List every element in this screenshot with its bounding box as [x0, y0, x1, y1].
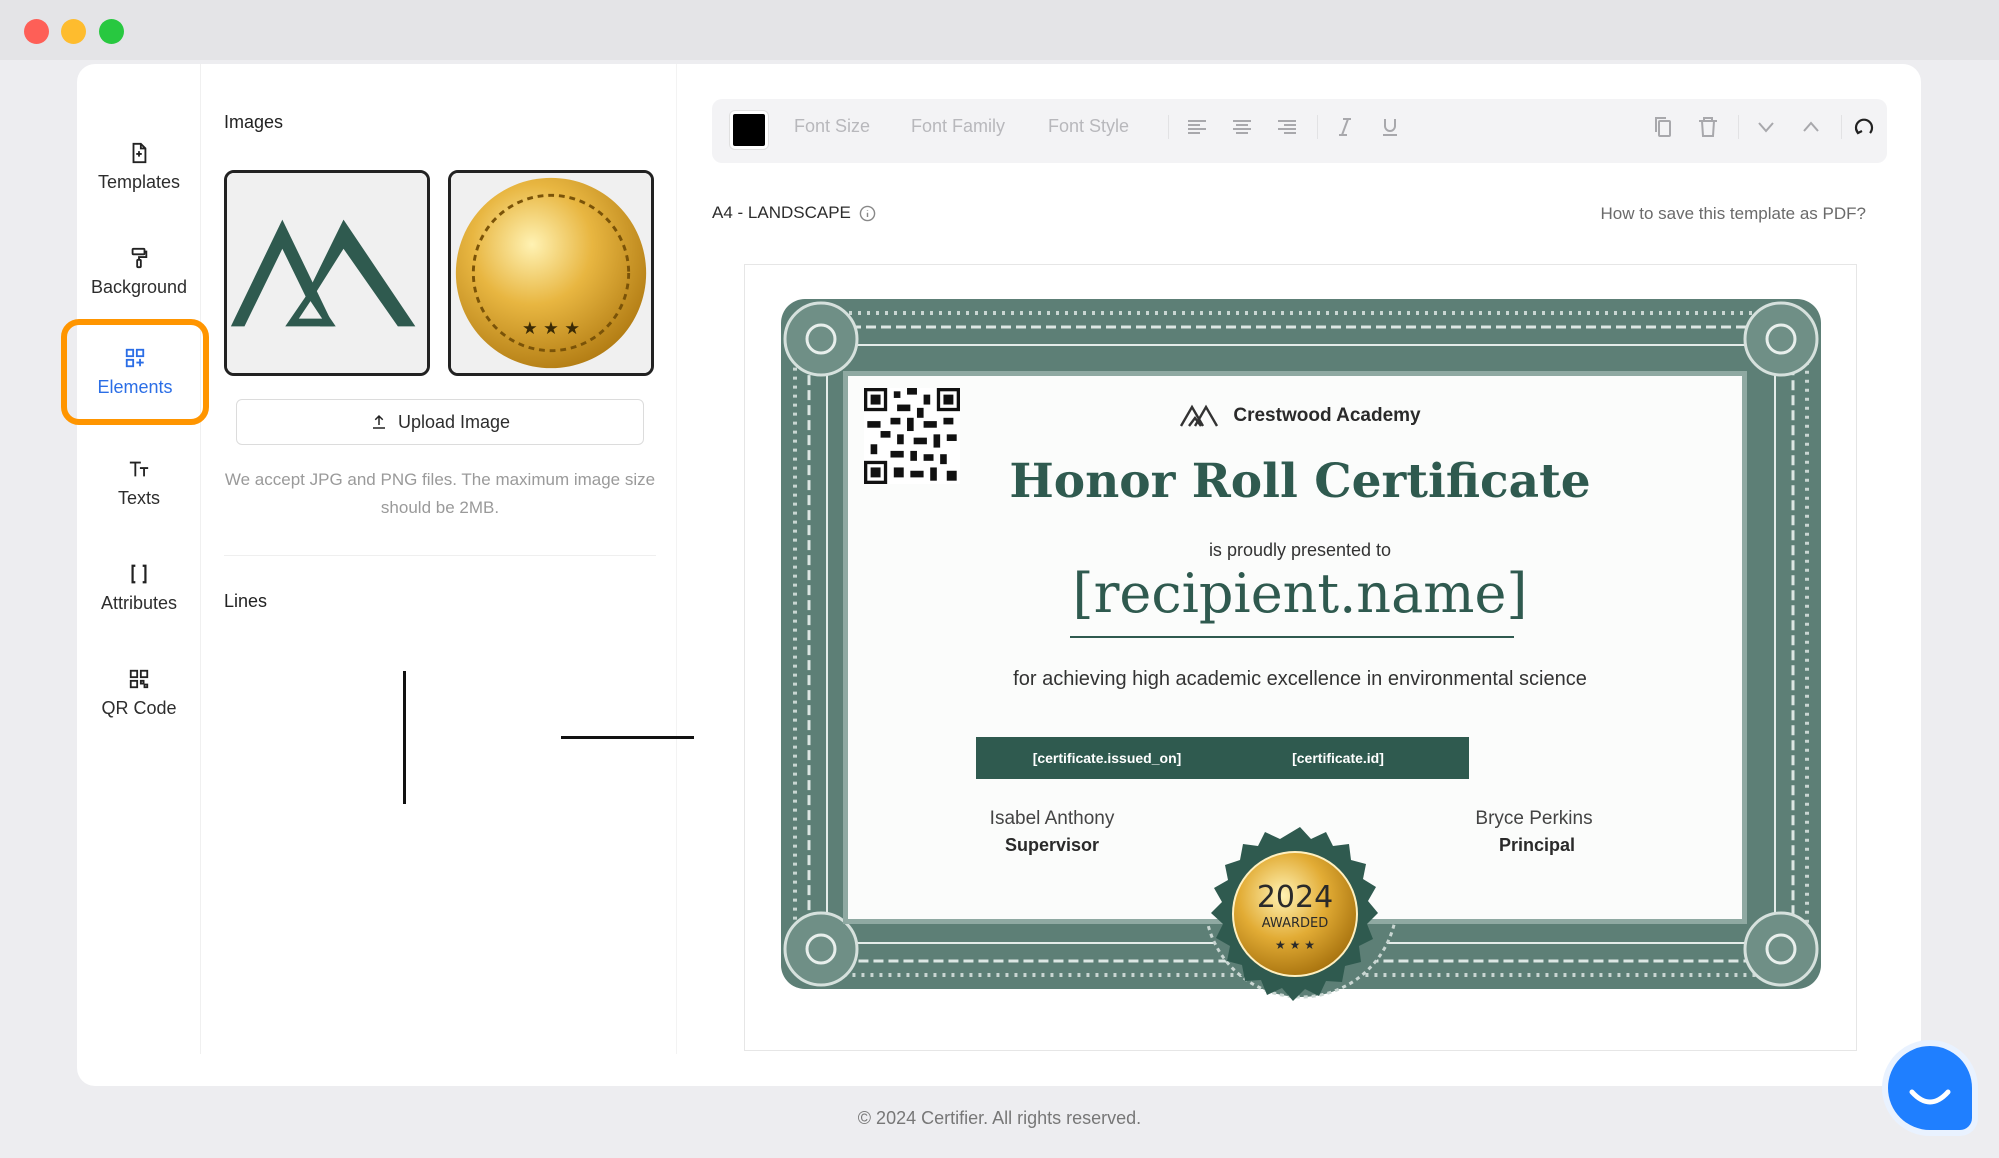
- minimize-window-button[interactable]: [61, 19, 86, 44]
- elements-icon: [124, 347, 146, 369]
- text-color-picker[interactable]: [730, 111, 768, 149]
- certificate-title[interactable]: Honor Roll Certificate: [848, 454, 1752, 509]
- align-center-icon: [1233, 120, 1251, 134]
- toolbar-separator: [1317, 115, 1318, 139]
- duplicate-button[interactable]: [1648, 112, 1678, 142]
- text-icon: [128, 458, 150, 480]
- nav-item-texts[interactable]: Texts: [77, 436, 201, 531]
- signer-2-name[interactable]: Bryce Perkins: [1434, 808, 1634, 830]
- copy-icon: [1655, 117, 1671, 137]
- recipient-name-attribute[interactable]: [recipient.name]: [848, 562, 1752, 625]
- underline-button[interactable]: [1375, 112, 1405, 142]
- certificate-id-attribute[interactable]: [certificate.id]: [1207, 737, 1469, 779]
- nav-item-attributes[interactable]: Attributes: [77, 541, 201, 636]
- align-right-icon: [1278, 120, 1296, 134]
- chevron-down-icon: [1758, 122, 1774, 133]
- nav-label-templates: Templates: [97, 172, 181, 192]
- delete-button[interactable]: [1693, 112, 1723, 142]
- undo-icon: [1854, 118, 1874, 135]
- left-nav: Templates Background Elements Texts Attr…: [61, 64, 209, 1054]
- info-icon[interactable]: [859, 205, 876, 222]
- panel-divider: [224, 555, 656, 556]
- nav-label-elements: Elements: [97, 376, 173, 397]
- academy-heading[interactable]: Crestwood Academy: [848, 404, 1752, 428]
- brackets-icon: [128, 563, 150, 585]
- save-as-pdf-help-link[interactable]: How to save this template as PDF?: [1600, 204, 1866, 224]
- vertical-line-element[interactable]: [403, 671, 406, 804]
- page-size-label: A4 - LANDSCAPE: [712, 203, 876, 223]
- images-section-title: Images: [224, 112, 284, 132]
- achievement-text[interactable]: for achieving high academic excellence i…: [848, 668, 1752, 691]
- qr-code-icon: [128, 668, 150, 690]
- trash-icon: [1699, 117, 1717, 137]
- signer-2-role[interactable]: Principal: [1437, 835, 1637, 856]
- format-toolbar: Font Size Font Family Font Style: [712, 99, 1887, 163]
- certificate-canvas: Crestwood Academy Honor Roll Certificate…: [744, 264, 1857, 1051]
- font-size-dropdown[interactable]: Font Size: [794, 116, 870, 137]
- send-backward-button[interactable]: [1751, 112, 1781, 142]
- upload-image-button[interactable]: Upload Image: [236, 399, 644, 445]
- nav-item-qr-code[interactable]: QR Code: [77, 646, 201, 741]
- academy-name: Crestwood Academy: [1233, 405, 1421, 426]
- elements-panel: Images ★ ★ ★ Upload Image We accept JPG …: [202, 64, 694, 1054]
- lines-section-title: Lines: [224, 591, 268, 611]
- toolbar-separator: [1841, 115, 1842, 139]
- nav-label-background: Background: [90, 277, 188, 297]
- gold-medal-icon: ★ ★ ★: [451, 173, 651, 373]
- award-seal-badge[interactable]: 2024 AWARDED ★ ★ ★: [1207, 825, 1393, 1011]
- bring-forward-button[interactable]: [1796, 112, 1826, 142]
- undo-button[interactable]: [1849, 112, 1879, 142]
- file-icon: [128, 142, 150, 164]
- signer-1-role[interactable]: Supervisor: [952, 835, 1152, 856]
- upload-note: We accept JPG and PNG files. The maximum…: [224, 470, 656, 517]
- font-family-dropdown[interactable]: Font Family: [911, 116, 1005, 137]
- svg-text:★ ★ ★: ★ ★ ★: [1275, 938, 1315, 952]
- chat-icon: [1909, 1089, 1951, 1105]
- seal-year: 2024: [1257, 880, 1333, 915]
- footer-copyright: © 2024 Certifier. All rights reserved.: [857, 1108, 1142, 1128]
- italic-icon: [1339, 118, 1351, 136]
- chat-support-button[interactable]: [1888, 1046, 1972, 1130]
- certificate[interactable]: Crestwood Academy Honor Roll Certificate…: [775, 293, 1827, 1013]
- nav-item-elements[interactable]: Elements: [61, 319, 209, 425]
- image-thumb-gold-medal[interactable]: ★ ★ ★: [448, 170, 654, 376]
- nav-label-attributes: Attributes: [100, 593, 178, 613]
- font-style-dropdown[interactable]: Font Style: [1048, 116, 1129, 137]
- align-left-icon: [1188, 120, 1206, 134]
- nav-label-qr-code: QR Code: [101, 698, 177, 718]
- maximize-window-button[interactable]: [99, 19, 124, 44]
- nav-item-background[interactable]: Background: [77, 225, 201, 320]
- chevron-up-icon: [1803, 121, 1819, 132]
- svg-text:★ ★ ★: ★ ★ ★: [522, 319, 580, 339]
- paint-roller-icon: [128, 247, 150, 269]
- presented-to-text[interactable]: is proudly presented to: [848, 540, 1752, 561]
- issued-on-attribute[interactable]: [certificate.issued_on]: [976, 737, 1238, 779]
- editor-card: Templates Background Elements Texts Attr…: [61, 64, 1921, 1086]
- mountain-logo-icon: [227, 173, 427, 373]
- seal-awarded-text: AWARDED: [1262, 916, 1329, 931]
- upload-icon: [372, 414, 385, 429]
- image-thumb-mountain-logo[interactable]: [224, 170, 430, 376]
- toolbar-separator: [1168, 115, 1169, 139]
- italic-button[interactable]: [1330, 112, 1360, 142]
- window-titlebar: [0, 0, 1999, 60]
- nav-item-templates[interactable]: Templates: [77, 120, 201, 215]
- signer-1-name[interactable]: Isabel Anthony: [952, 808, 1152, 830]
- mountain-logo-icon: [1180, 404, 1219, 427]
- underline-icon: [1383, 119, 1397, 136]
- toolbar-separator: [1738, 115, 1739, 139]
- nav-label-texts: Texts: [117, 488, 160, 508]
- align-right-button[interactable]: [1272, 112, 1302, 142]
- upload-image-label: Upload Image: [397, 411, 511, 432]
- align-left-button[interactable]: [1182, 112, 1212, 142]
- page-size-text: A4 - LANDSCAPE: [712, 203, 851, 222]
- recipient-underline: [1070, 636, 1514, 638]
- close-window-button[interactable]: [24, 19, 49, 44]
- horizontal-line-element[interactable]: [561, 736, 694, 739]
- align-center-button[interactable]: [1227, 112, 1257, 142]
